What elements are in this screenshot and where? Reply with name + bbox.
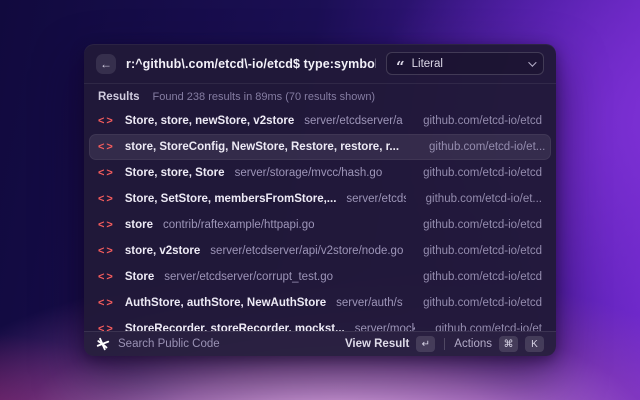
result-path: server/mock/mockstore/store_recorder.go [354, 323, 416, 331]
return-key-icon[interactable]: ↵ [416, 336, 436, 352]
result-row[interactable]: <> Store, SetStore, membersFromStore,...… [89, 186, 551, 212]
result-path: server/etcdserver/api/membership/cluste.… [346, 193, 405, 205]
result-path: server/storage/mvcc/hash.go [234, 167, 383, 179]
result-symbols: store [124, 219, 153, 231]
result-symbols: store, StoreConfig, NewStore, Restore, r… [124, 141, 400, 153]
results-summary: Found 238 results in 89ms (70 results sh… [152, 91, 376, 103]
result-repo: github.com/etcd-io/etcd [423, 167, 542, 179]
result-row[interactable]: <> store contrib/raftexample/httpapi.go … [89, 212, 551, 238]
search-mode-label: Literal [411, 57, 443, 70]
result-symbols: Store [124, 271, 155, 283]
result-symbols: Store, SetStore, membersFromStore,... [124, 193, 337, 205]
result-path: server/etcdserver/corrupt_test.go [164, 271, 334, 283]
results-label: Results [98, 91, 140, 103]
back-arrow-icon: ← [100, 56, 112, 71]
quote-icon: “ [396, 57, 405, 76]
symbol-icon: <> [98, 297, 115, 309]
actions-button[interactable]: Actions [454, 338, 492, 350]
back-button[interactable]: ← [96, 53, 116, 74]
result-repo: github.com/etcd-io/etcd [423, 245, 542, 257]
result-path: server/auth/store.go [336, 297, 403, 309]
result-symbols: StoreRecorder, storeRecorder, mockst... [124, 323, 345, 331]
result-path: server/etcdserver/api/v2store/store.go [304, 115, 403, 127]
result-row[interactable]: <> store, v2store server/etcdserver/api/… [89, 238, 551, 264]
view-result-button[interactable]: View Result [345, 338, 409, 350]
symbol-icon: <> [98, 219, 115, 231]
symbol-icon: <> [98, 271, 115, 283]
result-row[interactable]: <> Store, store, newStore, v2store serve… [89, 108, 551, 134]
result-row[interactable]: <> Store, store, Store server/storage/mv… [89, 160, 551, 186]
k-key-icon[interactable]: K [525, 336, 544, 352]
result-symbols: Store, store, newStore, v2store [124, 115, 295, 127]
result-repo: github.com/etcd-io/etcd [423, 219, 542, 231]
search-mode-dropdown[interactable]: “ Literal [386, 52, 544, 75]
result-row[interactable]: <> AuthStore, authStore, NewAuthStore se… [89, 290, 551, 316]
command-key-icon[interactable]: ⌘ [499, 336, 518, 352]
sourcegraph-logo-icon [96, 337, 110, 351]
result-row[interactable]: <> StoreRecorder, storeRecorder, mockst.… [89, 316, 551, 331]
result-repo: github.com/etcd-io/etcd [423, 297, 542, 309]
result-repo: github.com/etcd-io/et... [425, 193, 542, 205]
footer-bar: Search Public Code View Result ↵ Actions… [84, 331, 556, 356]
result-row[interactable]: <> store, StoreConfig, NewStore, Restore… [89, 134, 551, 160]
result-symbols: Store, store, Store [124, 167, 225, 179]
result-repo: github.com/etcd-io/et [435, 323, 542, 331]
search-query-text: r:^github\.com/etcd\-io/etcd$ type:symbo… [126, 56, 376, 71]
footer-divider [444, 338, 446, 350]
symbol-icon: <> [98, 323, 115, 331]
search-bar: ← r:^github\.com/etcd\-io/etcd$ type:sym… [84, 44, 556, 84]
result-repo: github.com/etcd-io/et... [429, 141, 546, 153]
symbol-icon: <> [98, 115, 115, 127]
chevron-down-icon [528, 57, 537, 67]
result-row[interactable]: <> Store server/etcdserver/corrupt_test.… [89, 264, 551, 290]
search-palette-window: ← r:^github\.com/etcd\-io/etcd$ type:sym… [84, 44, 556, 356]
result-symbols: store, v2store [124, 245, 201, 257]
result-symbols: AuthStore, authStore, NewAuthStore [124, 297, 327, 309]
result-repo: github.com/etcd-io/etcd [423, 115, 542, 127]
symbol-icon: <> [98, 245, 115, 257]
symbol-icon: <> [98, 141, 115, 153]
result-path: contrib/raftexample/httpapi.go [162, 219, 315, 231]
result-repo: github.com/etcd-io/etcd [423, 271, 542, 283]
symbol-icon: <> [98, 167, 115, 179]
result-path: server/etcdserver/api/v2store/node.go [210, 245, 404, 257]
footer-brand-label: Search Public Code [118, 338, 220, 350]
search-input[interactable]: r:^github\.com/etcd\-io/etcd$ type:symbo… [126, 57, 376, 71]
results-list: <> Store, store, newStore, v2store serve… [84, 104, 556, 331]
symbol-icon: <> [98, 193, 115, 205]
results-header: Results Found 238 results in 89ms (70 re… [84, 84, 556, 104]
